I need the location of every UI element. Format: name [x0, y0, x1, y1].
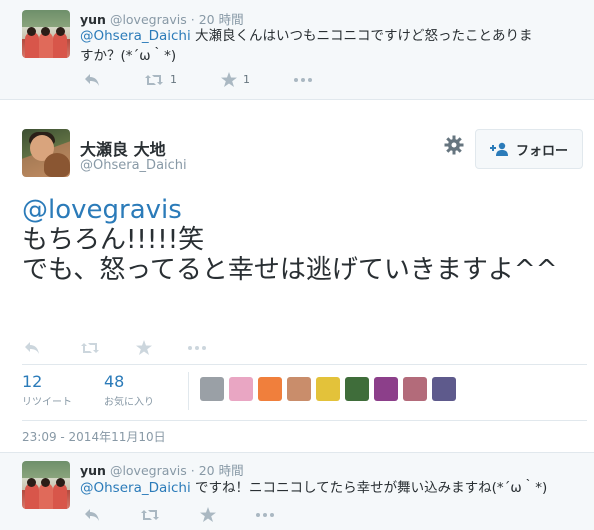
favoriter-avatar[interactable] [229, 377, 253, 401]
user-handle[interactable]: @lovegravis [110, 12, 187, 27]
favorite-icon [200, 507, 216, 522]
tweet-text: @lovegravis もちろん!!!!!笑 でも、怒ってると幸せは逃げていきま… [22, 195, 587, 285]
divider [22, 420, 587, 421]
divider [188, 372, 189, 410]
avatar[interactable] [22, 129, 70, 177]
reply-button[interactable] [84, 508, 100, 522]
user-name[interactable]: 大瀬良 大地 [80, 136, 166, 160]
reply-icon [25, 341, 39, 354]
reply-icon [85, 508, 99, 521]
follow-label: フォロー [515, 143, 568, 159]
tweet-text-line1: もちろん!!!!!笑 [22, 225, 205, 255]
more-button[interactable] [294, 77, 312, 82]
avatar[interactable] [22, 10, 70, 58]
tweet-text-line1: 大瀬良くんはいつもニコニコですけど怒ったことありま [190, 28, 533, 44]
tweet-text: @Ohsera_Daichi 大瀬良くんはいつもニコニコですけど怒ったことありま… [80, 26, 580, 66]
user-handle[interactable]: @Ohsera_Daichi [80, 158, 187, 173]
favorite-button[interactable] [136, 340, 152, 355]
retweet-icon [145, 74, 163, 85]
more-icon [256, 512, 274, 517]
favoriter-avatar[interactable] [432, 377, 456, 401]
favorite-icon [136, 340, 152, 355]
separator: · [190, 12, 195, 27]
favorite-button[interactable]: 1 [221, 72, 250, 87]
tweet-text-line1: ですね！ニコニコしてたら幸せが舞い込みますね(*´ω｀*) [190, 480, 548, 496]
mention-link[interactable]: @Ohsera_Daichi [80, 480, 191, 496]
avatar[interactable] [22, 461, 70, 509]
retweet-stat[interactable]: 12 リツイート [22, 372, 72, 409]
retweet-icon [141, 509, 159, 520]
favoriter-avatar[interactable] [374, 377, 398, 401]
more-icon [294, 77, 312, 82]
more-icon [188, 345, 206, 350]
reply-tweet-bottom[interactable]: yun @lovegravis · 20 時間 @Ohsera_Daichi で… [0, 452, 594, 530]
favoriter-avatar[interactable] [403, 377, 427, 401]
user-name[interactable]: yun [80, 463, 106, 478]
favoriter-avatar[interactable] [200, 377, 224, 401]
tweet-time[interactable]: 20 時間 [199, 12, 244, 27]
tweet-time[interactable]: 20 時間 [199, 463, 244, 478]
user-handle[interactable]: @lovegravis [110, 463, 187, 478]
tweet-text: @Ohsera_Daichi ですね！ニコニコしてたら幸せが舞い込みますね(*´… [80, 478, 580, 498]
follow-button[interactable]: フォロー [475, 129, 583, 169]
favorite-stat-label: お気に入り [104, 397, 154, 408]
retweet-count: 1 [170, 73, 177, 86]
follow-person-icon [489, 142, 508, 156]
tweet-actions: 1 1 [84, 72, 356, 87]
user-name[interactable]: yun [80, 12, 106, 27]
reply-button[interactable] [84, 73, 100, 87]
tweet-actions [24, 340, 250, 355]
retweet-stat-value: 12 [22, 372, 43, 391]
tweet-timestamp[interactable]: 23:09 - 2014年11月10日 [22, 428, 166, 445]
favorite-stat[interactable]: 48 お気に入り [104, 372, 154, 409]
favoriter-avatar[interactable] [287, 377, 311, 401]
retweet-button[interactable]: 1 [144, 73, 177, 87]
reply-button[interactable] [24, 341, 40, 355]
separator: · [190, 463, 195, 478]
favorite-stat-value: 48 [104, 372, 125, 391]
favoriter-avatar[interactable] [258, 377, 282, 401]
tweet-text-line2: すか？(*´ω｀*) [80, 48, 177, 64]
tweet-text-line2: でも、怒ってると幸せは逃げていきますよ^^ [22, 255, 558, 285]
tweet-header: yun @lovegravis · 20 時間 [80, 460, 244, 479]
retweet-stat-label: リツイート [22, 397, 72, 408]
tweet-actions [84, 507, 318, 522]
favorite-button[interactable] [200, 507, 216, 522]
favorite-icon [221, 72, 237, 87]
gear-icon[interactable] [444, 135, 464, 155]
favoriter-avatar[interactable] [345, 377, 369, 401]
retweet-button[interactable] [140, 508, 160, 522]
mention-link[interactable]: @lovegravis [22, 195, 182, 225]
divider [22, 364, 587, 365]
favoriter-avatar[interactable] [316, 377, 340, 401]
reply-tweet-top[interactable]: yun @lovegravis · 20 時間 @Ohsera_Daichi 大… [0, 0, 594, 100]
retweet-icon [81, 342, 99, 353]
reply-icon [85, 73, 99, 86]
more-button[interactable] [256, 512, 274, 517]
favorite-count: 1 [243, 73, 250, 86]
retweet-button[interactable] [80, 341, 100, 355]
more-button[interactable] [188, 345, 206, 350]
mention-link[interactable]: @Ohsera_Daichi [80, 28, 191, 44]
favorited-by-list [200, 377, 461, 401]
